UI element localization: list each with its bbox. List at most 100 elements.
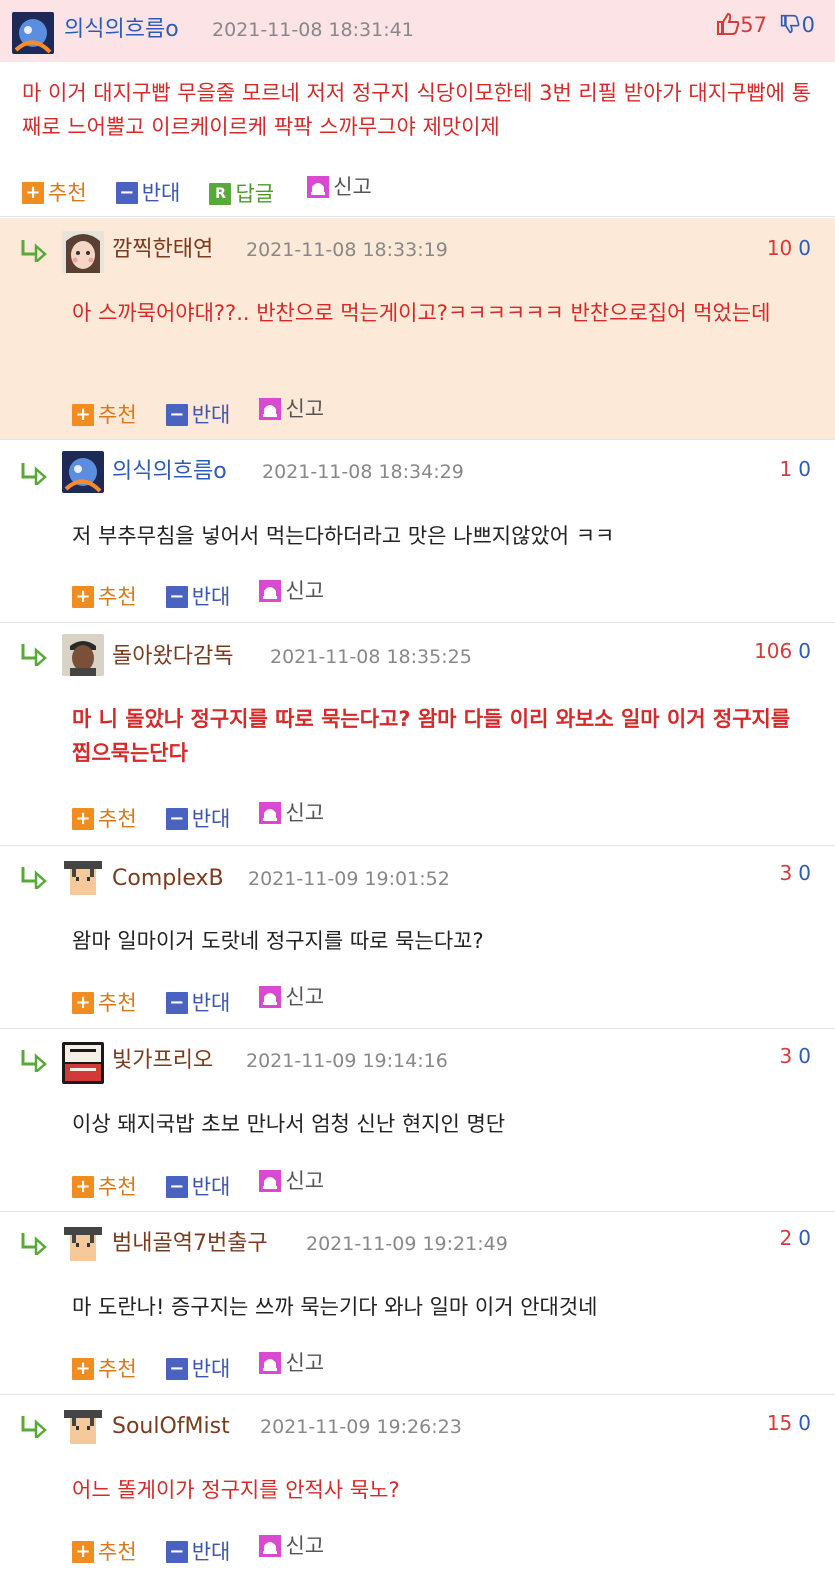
thumbs-up-icon[interactable] xyxy=(716,12,740,41)
recommend-button[interactable]: + 추천 xyxy=(72,400,137,430)
reply-arrow-icon xyxy=(20,1231,50,1255)
report-label: 신고 xyxy=(285,985,325,1009)
comment-nickname[interactable]: 빛가프리오 xyxy=(112,1048,213,1074)
comment-nickname[interactable]: 범내골역7번출구 xyxy=(112,1231,268,1257)
recommend-button[interactable]: + 추천 xyxy=(22,178,87,208)
oppose-button[interactable]: − 반대 xyxy=(165,582,231,612)
reply-button[interactable]: R 답글 xyxy=(209,179,274,209)
siren-icon xyxy=(259,986,282,1008)
report-button[interactable]: 신고 xyxy=(259,1531,324,1561)
comment-nickname[interactable]: 의식의흐름o xyxy=(112,459,227,485)
comment-body: 저 부추무침을 넣어서 먹는다하더라고 맛은 나쁘지않았어 ㅋㅋ xyxy=(72,524,615,548)
reply-arrow-icon xyxy=(20,1048,50,1072)
oppose-button[interactable]: − 반대 xyxy=(165,400,231,430)
avatar[interactable] xyxy=(62,1406,104,1448)
siren-icon xyxy=(259,398,282,420)
recommend-button[interactable]: + 추천 xyxy=(72,988,137,1018)
oppose-label: 반대 xyxy=(191,585,231,609)
recommend-label: 추천 xyxy=(48,181,87,205)
post-date: 2021-11-08 18:31:41 xyxy=(212,19,414,41)
oppose-button[interactable]: − 반대 xyxy=(165,988,230,1018)
report-label: 신고 xyxy=(285,1169,325,1193)
report-button[interactable]: 신고 xyxy=(259,1166,324,1196)
oppose-button[interactable]: − 반대 xyxy=(165,804,231,834)
reply-arrow-icon xyxy=(20,1414,50,1438)
post-body: 마 이거 대지구빱 무을줄 모르네 저저 정구지 식당이모한테 3번 리필 받아… xyxy=(22,81,811,139)
oppose-button[interactable]: − 반대 xyxy=(165,1354,230,1384)
comment-actions: + 추천 − 반대 신고 xyxy=(72,798,348,831)
comment-item: SoulOfMist 2021-11-09 19:26:23 15 0 어느 똘게… xyxy=(0,1396,835,1573)
oppose-label: 반대 xyxy=(191,403,231,427)
comment-nickname[interactable]: SoulOfMist xyxy=(112,1414,230,1440)
plus-icon: + xyxy=(72,808,94,830)
avatar[interactable] xyxy=(62,1042,104,1084)
report-label: 신고 xyxy=(285,801,325,825)
comment-body: 마 니 돌았나 정구지를 따로 묵는다고? 왐마 다들 이리 와보소 일마 이거… xyxy=(72,707,791,765)
avatar[interactable] xyxy=(12,12,54,54)
down-count: 0 xyxy=(798,1044,811,1068)
post-score: 57 0 xyxy=(716,12,815,41)
report-label: 신고 xyxy=(285,579,325,603)
oppose-label: 반대 xyxy=(191,807,231,831)
oppose-button[interactable]: − 반대 xyxy=(165,1537,231,1567)
down-count: 0 xyxy=(798,236,811,260)
avatar[interactable] xyxy=(62,451,104,493)
oppose-button[interactable]: − 반대 xyxy=(115,178,181,208)
recommend-button[interactable]: + 추천 xyxy=(72,804,137,834)
thumbs-down-icon[interactable] xyxy=(780,13,800,41)
comment-date: 2021-11-09 19:26:23 xyxy=(260,1416,462,1438)
recommend-label: 추천 xyxy=(98,1175,137,1199)
comment-nickname[interactable]: 돌아왔다감독 xyxy=(112,644,233,670)
siren-icon xyxy=(259,1535,282,1557)
report-button[interactable]: 신고 xyxy=(259,394,324,424)
report-button[interactable]: 신고 xyxy=(259,798,324,828)
comment-date: 2021-11-08 18:34:29 xyxy=(262,461,464,483)
report-label: 신고 xyxy=(285,1351,325,1375)
avatar[interactable] xyxy=(62,1223,104,1265)
down-count: 0 xyxy=(798,639,811,663)
avatar[interactable] xyxy=(62,857,104,899)
comment-actions: + 추천 − 반대 신고 xyxy=(72,394,348,427)
plus-icon: + xyxy=(72,1541,94,1563)
down-count: 0 xyxy=(798,861,811,885)
oppose-label: 반대 xyxy=(191,1540,231,1564)
comment-score: 10 xyxy=(780,456,811,482)
comment-body: 마 도란나! 증구지는 쓰까 묵는기다 와나 일마 이거 안대것네 xyxy=(72,1295,598,1319)
comment-nickname[interactable]: 깜찍한태연 xyxy=(112,237,213,263)
comment-actions: + 추천 − 반대 신고 xyxy=(72,1531,348,1564)
comment-score: 30 xyxy=(780,1043,811,1069)
report-button[interactable]: 신고 xyxy=(259,1348,324,1378)
comment-nickname[interactable]: ComplexB xyxy=(112,866,224,892)
reply-arrow-icon xyxy=(20,461,50,485)
recommend-button[interactable]: + 추천 xyxy=(72,582,137,612)
plus-icon: + xyxy=(22,182,44,204)
recommend-button[interactable]: + 추천 xyxy=(72,1172,137,1202)
avatar[interactable] xyxy=(62,231,104,273)
up-count: 10 xyxy=(766,236,793,260)
post-nickname[interactable]: 의식의흐름o xyxy=(64,17,179,43)
recommend-label: 추천 xyxy=(98,585,137,609)
recommend-button[interactable]: + 추천 xyxy=(72,1537,137,1567)
plus-icon: + xyxy=(72,1176,94,1198)
comment-actions: + 추천 − 반대 신고 xyxy=(72,576,348,609)
down-count: 0 xyxy=(798,1226,811,1250)
report-button[interactable]: 신고 xyxy=(259,982,324,1012)
oppose-label: 반대 xyxy=(141,181,181,205)
siren-icon xyxy=(259,1352,282,1374)
comment-score: 30 xyxy=(780,860,811,886)
plus-icon: + xyxy=(72,404,94,426)
minus-icon: − xyxy=(165,1541,188,1563)
avatar[interactable] xyxy=(62,634,104,676)
report-button[interactable]: 신고 xyxy=(307,172,372,202)
oppose-button[interactable]: − 반대 xyxy=(165,1172,230,1202)
comment-body: 어느 똘게이가 정구지를 안적사 묵노? xyxy=(72,1478,400,1502)
reply-r-icon: R xyxy=(209,183,232,205)
report-button[interactable]: 신고 xyxy=(259,576,324,606)
recommend-button[interactable]: + 추천 xyxy=(72,1354,137,1384)
siren-icon xyxy=(307,176,330,198)
report-label: 신고 xyxy=(285,397,325,421)
up-count: 1 xyxy=(779,457,793,481)
comment-item: 범내골역7번출구 2021-11-09 19:21:49 20 마 도란나! 증… xyxy=(0,1213,835,1395)
comment-score: 10 0 xyxy=(767,235,811,261)
comment-actions: + 추천 − 반대 신고 xyxy=(72,1348,348,1381)
